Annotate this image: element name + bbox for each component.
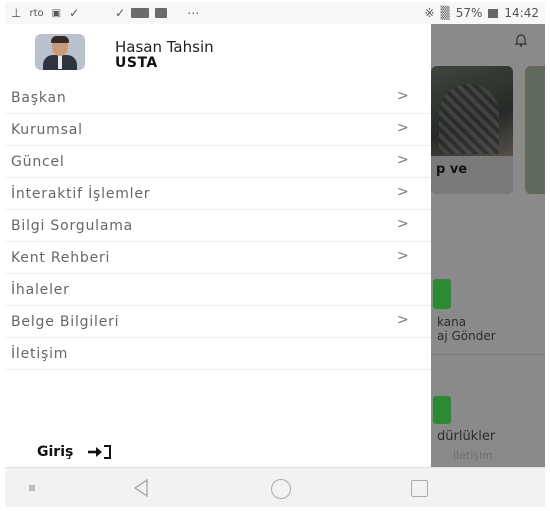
menu-item-interaktif-islemler[interactable]: İnteraktif İşlemler >	[5, 178, 431, 210]
menu-item-label: Başkan	[11, 89, 67, 106]
status-right: ※ ▒ 57% 14:42	[424, 6, 539, 20]
message-tile-line2: aj Gönder	[437, 329, 496, 343]
notification-icon: ⊥	[11, 6, 22, 20]
menu-item-iletisim[interactable]: İletişim	[5, 338, 431, 370]
app-tile-icon	[131, 8, 150, 18]
menu-item-label: İnteraktif İşlemler	[11, 185, 151, 202]
directorates-tile-icon	[433, 396, 451, 424]
menu-item-label: Kurumsal	[11, 121, 83, 138]
message-tile-label: kana aj Gönder	[437, 315, 496, 343]
profile-header[interactable]: Hasan Tahsin USTA	[5, 24, 431, 82]
chevron-right-icon: >	[397, 184, 409, 200]
status-bar: ⊥ rto ▣ ✓ ✓ ⋯ ※ ▒ 57% 14:42	[5, 2, 545, 24]
menu-item-label: İhaleler	[11, 281, 70, 298]
bluetooth-icon: ※	[424, 6, 435, 20]
directorates-tile-label: dürlükler	[437, 429, 496, 444]
tile-icon: ▣	[51, 7, 62, 19]
bell-icon	[514, 34, 528, 47]
chevron-right-icon: >	[397, 120, 409, 136]
chevron-right-icon: >	[397, 216, 409, 232]
avatar-tie	[58, 55, 62, 69]
news-photo-detail	[439, 84, 499, 154]
menu-dot-icon[interactable]	[29, 485, 35, 491]
clock: 14:42	[504, 6, 539, 20]
directorates-tile-sub: iletişim	[453, 449, 493, 462]
menu-item-label: Belge Bilgileri	[11, 313, 120, 330]
avatar	[35, 34, 85, 70]
menu-item-label: İletişim	[11, 345, 69, 362]
menu-item-label: Kent Rehberi	[11, 249, 111, 266]
chevron-right-icon: >	[397, 312, 409, 328]
profile-first-name: Hasan Tahsin	[115, 38, 214, 56]
menu-item-kent-rehberi[interactable]: Kent Rehberi >	[5, 242, 431, 274]
signal-icon: ▒	[440, 6, 450, 20]
chevron-right-icon: >	[397, 152, 409, 168]
app-icon: rto	[29, 7, 44, 19]
recent-apps-icon[interactable]	[411, 480, 428, 497]
news-caption: p ve	[431, 156, 513, 194]
menu-item-label: Güncel	[11, 153, 65, 170]
battery-percent: 57%	[455, 6, 483, 20]
news-card-next	[525, 66, 545, 194]
back-icon[interactable]	[130, 477, 152, 499]
drawer-menu: Başkan > Kurumsal > Güncel > İnteraktif …	[5, 82, 431, 370]
navigation-drawer: Hasan Tahsin USTA Başkan > Kurumsal > Gü…	[5, 24, 431, 467]
twitter-icon: ✓	[69, 6, 80, 20]
login-label: Giriş	[37, 444, 74, 460]
chevron-right-icon: >	[397, 88, 409, 104]
login-icon	[88, 445, 112, 459]
login-button[interactable]: Giriş	[37, 444, 113, 460]
tile-divider	[431, 354, 545, 355]
menu-item-belge-bilgileri[interactable]: Belge Bilgileri >	[5, 306, 431, 338]
menu-item-label: Bilgi Sorgulama	[11, 217, 134, 234]
message-tile-icon	[433, 279, 451, 309]
battery-icon	[488, 8, 499, 18]
status-mid-icons: ✓ ⋯	[115, 6, 199, 20]
news-card: p ve	[431, 66, 513, 194]
system-navigation-bar	[5, 467, 545, 507]
menu-item-guncel[interactable]: Güncel >	[5, 146, 431, 178]
more-icon: ⋯	[187, 6, 200, 20]
chevron-right-icon: >	[397, 248, 409, 264]
app-tile-icon	[155, 8, 168, 18]
twitter-icon: ✓	[115, 6, 126, 20]
home-icon[interactable]	[271, 479, 291, 499]
status-left-icons: ⊥ rto ▣ ✓	[11, 6, 79, 20]
profile-last-name: USTA	[115, 55, 158, 71]
menu-item-kurumsal[interactable]: Kurumsal >	[5, 114, 431, 146]
phone-screen: ⊥ rto ▣ ✓ ✓ ⋯ ※ ▒ 57% 14:42 p ve kana aj…	[5, 2, 545, 507]
message-tile-line1: kana	[437, 315, 467, 329]
menu-item-ihaleler[interactable]: İhaleler	[5, 274, 431, 306]
menu-item-bilgi-sorgulama[interactable]: Bilgi Sorgulama >	[5, 210, 431, 242]
menu-item-baskan[interactable]: Başkan >	[5, 82, 431, 114]
avatar-hair	[51, 36, 69, 43]
